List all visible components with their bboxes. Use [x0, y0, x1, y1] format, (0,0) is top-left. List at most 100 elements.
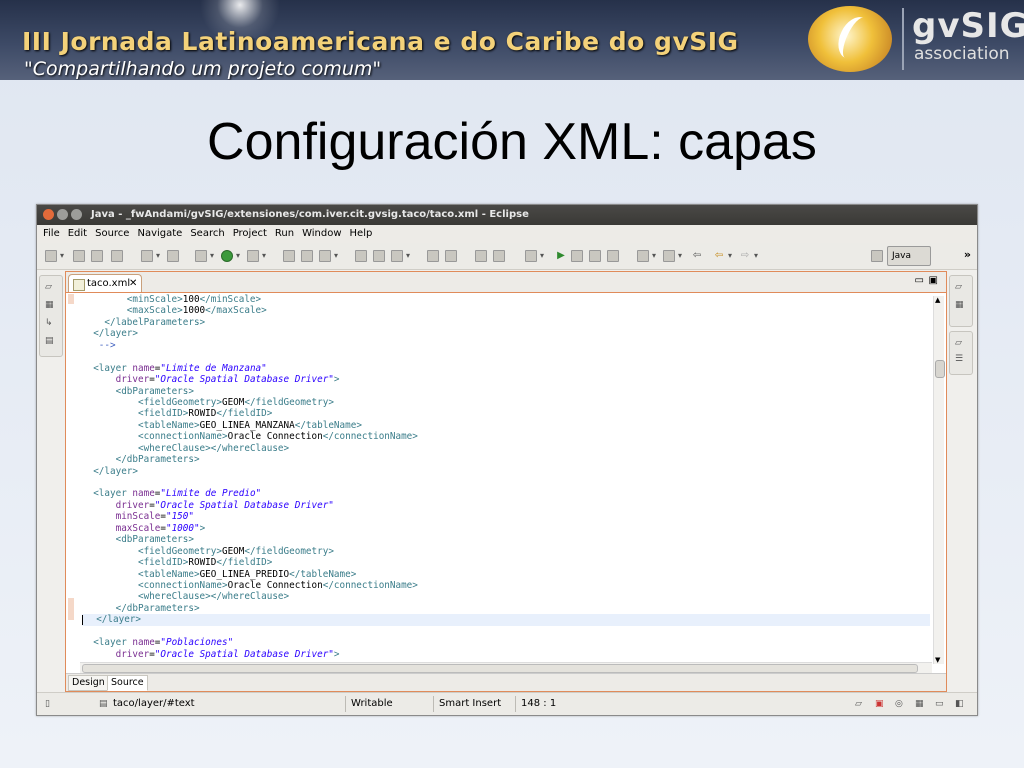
mark-occurrences-icon[interactable] [445, 250, 457, 262]
back-dropdown-icon[interactable]: ▾ [727, 250, 733, 262]
code-line[interactable]: minScale="150" [82, 511, 930, 522]
last-edit-icon[interactable]: ⇦ [691, 250, 703, 262]
code-line[interactable]: <layer name="Limite de Manzana" [82, 363, 930, 374]
close-window-button[interactable] [43, 209, 54, 220]
new-package-icon[interactable] [301, 250, 313, 262]
menu-project[interactable]: Project [229, 225, 271, 243]
maximize-window-button[interactable] [71, 209, 82, 220]
code-line-current[interactable]: </layer> [82, 614, 930, 626]
code-line[interactable]: </dbParameters> [82, 603, 930, 614]
code-line[interactable]: <layer name="Limite de Predio" [82, 488, 930, 499]
close-tab-icon[interactable]: ✕ [129, 275, 137, 293]
code-line[interactable] [82, 626, 930, 637]
open-perspective-icon[interactable] [871, 250, 883, 262]
code-line[interactable]: </layer> [82, 328, 930, 339]
new-class-dropdown-icon[interactable]: ▾ [333, 250, 339, 262]
collapse-icon[interactable] [493, 250, 505, 262]
annotation-icon[interactable] [427, 250, 439, 262]
restore-icon-right-2[interactable]: ▱ [955, 338, 966, 348]
code-line[interactable]: --> [82, 340, 930, 351]
search-icon[interactable] [391, 250, 403, 262]
menu-navigate[interactable]: Navigate [133, 225, 186, 243]
new-java-project-icon[interactable] [283, 250, 295, 262]
code-line[interactable]: <fieldID>ROWID</fieldID> [82, 557, 930, 568]
task-icon[interactable] [167, 250, 179, 262]
menu-help[interactable]: Help [346, 225, 377, 243]
code-line[interactable]: <tableName>GEO_LINEA_PREDIO</tableName> [82, 569, 930, 580]
code-line[interactable]: maxScale="1000"> [82, 523, 930, 534]
code-line[interactable]: <whereClause></whereClause> [82, 591, 930, 602]
java-perspective-button[interactable]: Java [887, 246, 931, 266]
editor-gutter[interactable] [66, 294, 80, 660]
package-explorer-icon[interactable]: ▦ [45, 300, 56, 310]
external-tools-icon[interactable] [247, 250, 259, 262]
hierarchy-view-icon[interactable]: ↳ [45, 318, 56, 328]
menu-edit[interactable]: Edit [64, 225, 91, 243]
print-icon[interactable] [91, 250, 103, 262]
scroll-up-icon[interactable]: ▲ [935, 296, 940, 304]
code-line[interactable]: <connectionName>Oracle Connection</conne… [82, 431, 930, 442]
console-icon[interactable]: ◎ [895, 699, 905, 709]
code-line[interactable]: <whereClause></whereClause> [82, 443, 930, 454]
code-line[interactable]: <fieldGeometry>GEOM</fieldGeometry> [82, 546, 930, 557]
navigator-icon[interactable]: ▤ [45, 336, 56, 346]
code-line[interactable]: <fieldID>ROWID</fieldID> [82, 408, 930, 419]
display-icon[interactable]: ▭ [935, 699, 945, 709]
code-line[interactable]: driver="Oracle Spatial Database Driver" [82, 500, 930, 511]
forward-icon[interactable]: ⇨ [739, 250, 751, 262]
debug-icon[interactable] [195, 250, 207, 262]
validate-dropdown-icon[interactable]: ▾ [539, 250, 545, 262]
debug-dropdown-icon[interactable]: ▾ [209, 250, 215, 262]
code-line[interactable]: </layer> [82, 466, 930, 477]
menu-run[interactable]: Run [271, 225, 298, 243]
code-area[interactable]: <minScale>100</minScale> <maxScale>1000<… [82, 294, 930, 660]
code-line[interactable] [82, 477, 930, 488]
validate-icon[interactable] [525, 250, 537, 262]
code-line[interactable]: <maxScale>1000</maxScale> [82, 305, 930, 316]
scroll-down-icon[interactable]: ▼ [935, 656, 940, 664]
restore-icon[interactable]: ▱ [45, 282, 56, 292]
minimize-window-button[interactable] [57, 209, 68, 220]
vertical-scroll-thumb[interactable] [935, 360, 945, 378]
maximize-editor-icon[interactable]: ▣ [929, 275, 938, 286]
next-annotation-dropdown-icon[interactable]: ▾ [651, 250, 657, 262]
disabled-tool-icon[interactable] [589, 250, 601, 262]
source-tab[interactable]: Source [107, 675, 148, 691]
new-dropdown-icon[interactable]: ▾ [59, 250, 65, 262]
vertical-scrollbar[interactable]: ▲ ▼ [933, 296, 945, 664]
code-line[interactable]: <layer name="Poblaciones" [82, 637, 930, 648]
new-class-icon[interactable] [319, 250, 331, 262]
hierarchy-dropdown-icon[interactable]: ▾ [155, 250, 161, 262]
code-line[interactable]: </labelParameters> [82, 317, 930, 328]
code-line[interactable] [82, 351, 930, 362]
open-type-icon[interactable] [111, 250, 123, 262]
fast-view-icon[interactable]: ▯ [45, 699, 55, 709]
design-tab[interactable]: Design [68, 675, 109, 691]
more-perspectives-icon[interactable]: » [964, 248, 971, 261]
task-list-icon[interactable]: ▦ [955, 300, 966, 310]
new-icon[interactable] [45, 250, 57, 262]
run-icon[interactable] [221, 250, 233, 262]
play-icon[interactable]: ▶ [555, 250, 567, 262]
open-folder-icon[interactable] [355, 250, 367, 262]
save-icon[interactable] [73, 250, 85, 262]
restore-icon-right[interactable]: ▱ [955, 282, 966, 292]
outline-icon[interactable]: ☰ [955, 354, 966, 364]
forward-dropdown-icon[interactable]: ▾ [753, 250, 759, 262]
open-file-icon[interactable] [373, 250, 385, 262]
code-line[interactable]: <tableName>GEO_LINEA_MANZANA</tableName> [82, 420, 930, 431]
editor-tab-taco-xml[interactable]: taco.xml ✕ [68, 274, 142, 292]
previous-annotation-icon[interactable] [663, 250, 675, 262]
code-line[interactable]: driver="Oracle Spatial Database Driver"> [82, 374, 930, 385]
disabled-tool-2-icon[interactable] [607, 250, 619, 262]
run-dropdown-icon[interactable]: ▾ [235, 250, 241, 262]
back-icon[interactable]: ⇦ [713, 250, 725, 262]
code-line[interactable]: <dbParameters> [82, 534, 930, 545]
code-line[interactable]: <fieldGeometry>GEOM</fieldGeometry> [82, 397, 930, 408]
menu-window[interactable]: Window [298, 225, 345, 243]
code-line[interactable]: <dbParameters> [82, 386, 930, 397]
next-annotation-icon[interactable] [637, 250, 649, 262]
search-view-icon[interactable]: ▦ [915, 699, 925, 709]
menu-source[interactable]: Source [91, 225, 133, 243]
menu-search[interactable]: Search [186, 225, 228, 243]
